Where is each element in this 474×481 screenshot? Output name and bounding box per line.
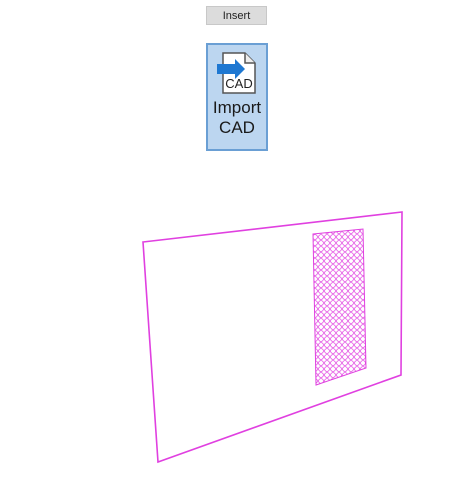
tab-insert[interactable]: Insert (206, 6, 267, 25)
import-cad-icon: CAD (217, 52, 256, 94)
tab-insert-label: Insert (222, 9, 251, 22)
import-cad-button[interactable]: CAD Import CAD (206, 43, 268, 151)
icon-cad-text: CAD (225, 76, 252, 91)
import-label-line1: Import (212, 98, 262, 117)
import-label-line2: CAD (219, 118, 255, 137)
cad-hatch-region (312, 228, 367, 386)
cad-viewport[interactable] (0, 180, 474, 481)
